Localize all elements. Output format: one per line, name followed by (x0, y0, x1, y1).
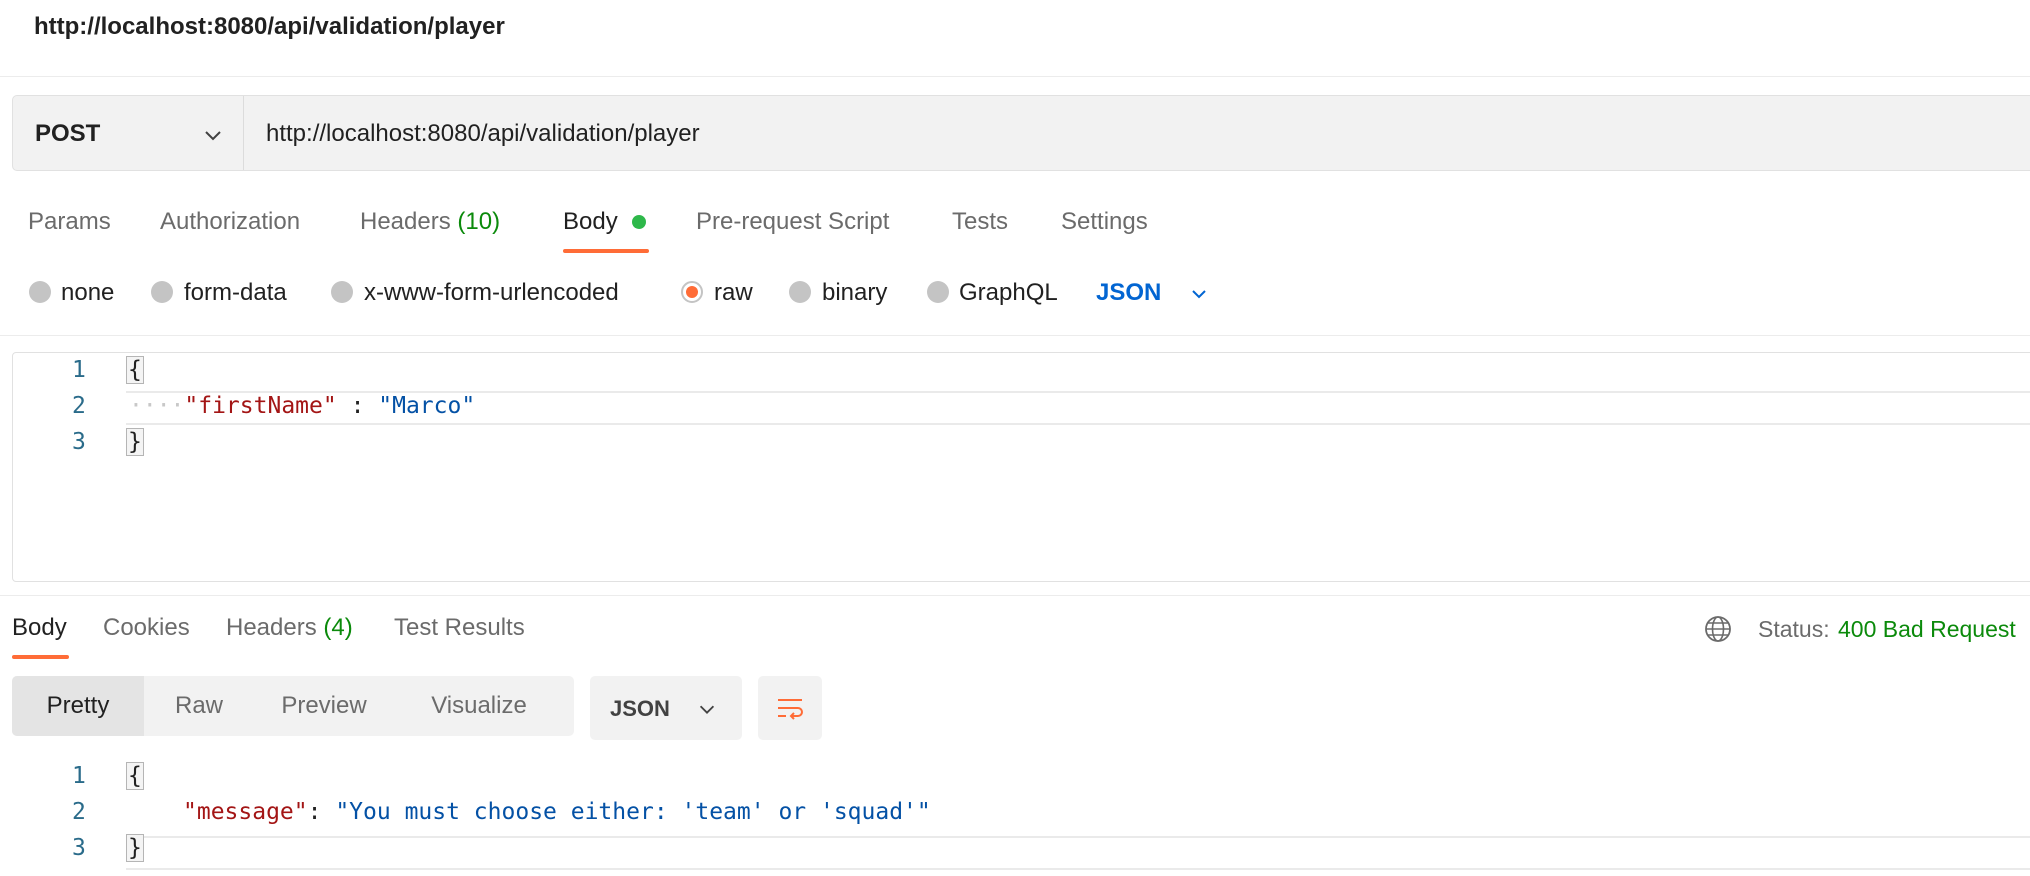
open-brace: { (126, 762, 144, 790)
response-format-select[interactable]: JSON (590, 676, 742, 740)
body-indicator-dot (632, 215, 646, 229)
line-number: 1 (72, 357, 86, 383)
tab-params[interactable]: Params (28, 208, 111, 236)
json-key: "firstName" (184, 393, 337, 419)
indent-whitespace: ···· (129, 393, 185, 419)
line-number: 3 (72, 835, 86, 861)
tab-headers-label: Headers (360, 208, 451, 235)
radio-graphql-label[interactable]: GraphQL (959, 279, 1058, 307)
view-preview[interactable]: Preview (254, 676, 394, 736)
json-value: "You must choose either: 'team' or 'squa… (335, 799, 931, 825)
response-format-label: JSON (610, 696, 670, 721)
code-line: "message": "You must choose either: 'tea… (183, 799, 931, 825)
globe-icon[interactable] (1704, 615, 1732, 643)
tab-authorization[interactable]: Authorization (160, 208, 300, 236)
code-line: { (126, 762, 144, 790)
radio-binary[interactable] (789, 281, 811, 303)
tab-tests[interactable]: Tests (952, 208, 1008, 236)
code-line: } (126, 834, 144, 862)
radio-raw[interactable] (681, 281, 703, 303)
chevron-down-icon (205, 131, 221, 141)
method-label: POST (35, 120, 101, 147)
line-number: 3 (72, 429, 86, 455)
wrap-lines-icon (778, 699, 803, 720)
radio-graphql[interactable] (927, 281, 949, 303)
line-number: 1 (72, 763, 86, 789)
tab-pre-request-script[interactable]: Pre-request Script (696, 208, 889, 236)
status-label: Status: (1758, 616, 1830, 642)
divider (0, 595, 2030, 596)
close-brace: } (126, 428, 144, 456)
wrap-lines-button[interactable] (758, 676, 822, 740)
line-number: 2 (72, 799, 86, 825)
active-tab-indicator (563, 249, 649, 253)
request-title[interactable]: http://localhost:8080/api/validation/pla… (34, 13, 505, 41)
response-tab-test-results[interactable]: Test Results (394, 614, 525, 642)
line-number: 2 (72, 393, 86, 419)
request-body-editor[interactable] (12, 352, 2030, 582)
json-key: "message" (183, 799, 308, 825)
request-title-bar: http://localhost:8080/api/validation/pla… (0, 0, 2030, 77)
status-value[interactable]: 400 Bad Request (1838, 616, 2016, 643)
response-tab-headers-label: Headers (226, 614, 317, 641)
tab-headers[interactable]: Headers (10) (360, 208, 500, 236)
active-line-highlight (126, 836, 2030, 870)
tab-settings[interactable]: Settings (1061, 208, 1148, 236)
radio-binary-label[interactable]: binary (822, 279, 887, 307)
radio-raw-label[interactable]: raw (714, 279, 753, 307)
view-pretty[interactable]: Pretty (12, 676, 144, 736)
divider (0, 335, 2030, 336)
radio-form-data-label[interactable]: form-data (184, 279, 287, 307)
chevron-down-icon[interactable] (1187, 282, 1211, 306)
url-input[interactable]: http://localhost:8080/api/validation/pla… (266, 120, 700, 148)
response-tab-headers-count: (4) (323, 614, 353, 641)
active-tab-indicator (12, 655, 69, 659)
json-separator: : (307, 799, 336, 825)
body-language-select[interactable]: JSON (1096, 279, 1161, 307)
tab-headers-count: (10) (457, 208, 501, 235)
response-tab-headers[interactable]: Headers (4) (226, 614, 353, 642)
radio-none-label[interactable]: none (61, 279, 114, 307)
radio-urlencoded-label[interactable]: x-www-form-urlencoded (364, 279, 619, 307)
tab-body[interactable]: Body (563, 208, 618, 236)
response-tab-body[interactable]: Body (12, 614, 67, 642)
response-tab-cookies[interactable]: Cookies (103, 614, 190, 642)
view-raw[interactable]: Raw (144, 676, 254, 736)
chevron-down-icon (699, 705, 715, 714)
view-visualize[interactable]: Visualize (394, 676, 564, 736)
url-bar: POST http://localhost:8080/api/validatio… (12, 95, 2030, 171)
radio-urlencoded[interactable] (331, 281, 353, 303)
method-select[interactable]: POST (13, 96, 244, 170)
json-separator: : (336, 393, 379, 419)
code-line: } (126, 428, 144, 456)
code-line: ····"firstName" : "Marco" (129, 393, 475, 419)
code-line: { (126, 356, 144, 384)
json-value: "Marco" (378, 393, 476, 419)
close-brace: } (126, 834, 144, 862)
radio-none[interactable] (29, 281, 51, 303)
open-brace: { (126, 356, 144, 384)
radio-form-data[interactable] (151, 281, 173, 303)
response-view-switcher: Pretty Raw Preview Visualize (12, 676, 574, 736)
